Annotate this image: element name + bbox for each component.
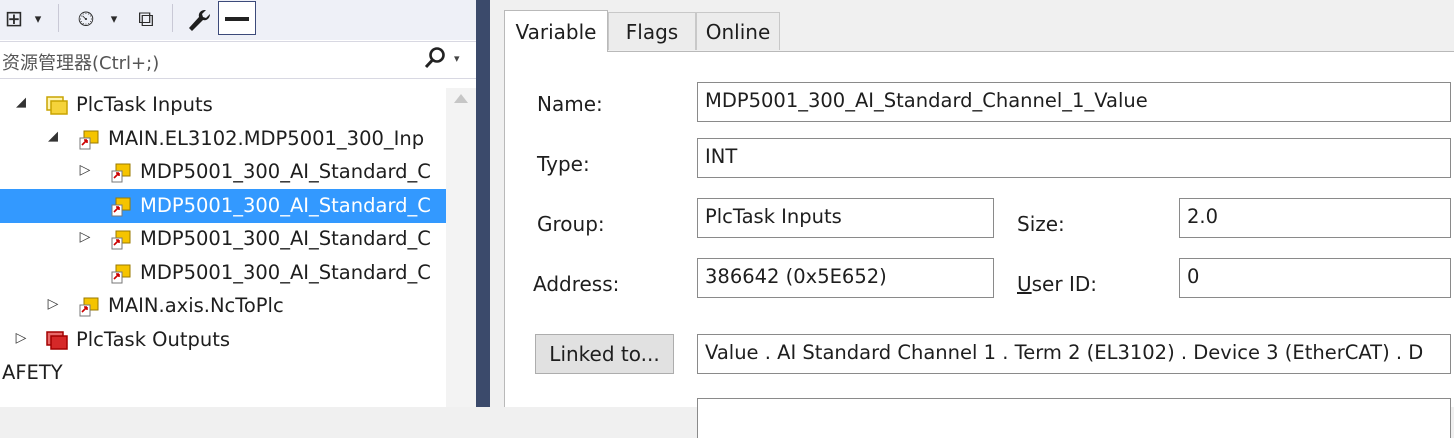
expand-arrow-icon[interactable]: ▷ <box>78 162 92 178</box>
wrench-icon[interactable] <box>184 2 212 36</box>
tree-item[interactable]: ▷ MDP5001_300_AI_Standard_C <box>0 155 446 189</box>
solution-tree: ◢ PlcTask Inputs ◢ MAIN.EL3102.MDP5001_300_… <box>0 88 446 407</box>
comment-field[interactable] <box>697 398 1451 438</box>
tree-item-label: PlcTask Outputs <box>76 327 231 351</box>
size-field[interactable]: 2.0 <box>1179 198 1451 238</box>
tree-item[interactable]: ◢ MAIN.EL3102.MDP5001_300_Inp <box>0 122 446 156</box>
group-field[interactable]: PlcTask Inputs <box>697 198 994 238</box>
address-label: Address: <box>533 272 620 296</box>
expand-arrow-icon[interactable]: ▷ <box>78 229 92 245</box>
tree-item-label: MDP5001_300_AI_Standard_C <box>140 160 431 183</box>
history-icon[interactable]: ⏲ <box>72 2 100 36</box>
tree-item-label: MAIN.axis.NcToPlc <box>108 294 284 317</box>
tab-online[interactable]: Online <box>696 12 780 50</box>
solution-explorer-pane: ⊞ ▾ ⏲ ▾ ⧉ 资源管理器(Ctrl+;) ▾ ◢ PlcTask Input… <box>0 0 476 407</box>
search-options-caret-icon[interactable]: ▾ <box>454 52 460 65</box>
tree-item[interactable]: ▷ MAIN.axis.NcToPlc <box>0 289 446 323</box>
toolbar-separator <box>58 4 59 32</box>
folder-red-icon <box>46 330 68 350</box>
collapse-arrow-icon[interactable]: ◢ <box>14 95 28 110</box>
tree-item-label: MAIN.EL3102.MDP5001_300_Inp <box>108 126 425 150</box>
name-field[interactable]: MDP5001_300_AI_Standard_Channel_1_Value <box>697 82 1451 122</box>
tree-item-label: PlcTask Inputs <box>76 93 213 116</box>
scroll-up-arrow-icon[interactable] <box>454 94 468 103</box>
explorer-search-box[interactable]: 资源管理器(Ctrl+;) ▾ <box>0 41 476 79</box>
tree-item[interactable]: ▷ MDP5001_300_AI_Standard_C <box>0 222 446 256</box>
type-field[interactable]: INT <box>697 138 1451 178</box>
linked-to-button[interactable]: Linked to... <box>535 334 674 374</box>
explorer-toolbar: ⊞ ▾ ⏲ ▾ ⧉ <box>0 0 476 40</box>
size-label: Size: <box>1017 212 1065 236</box>
user-id-label: User ID: <box>1017 272 1097 296</box>
tree-item-label: MDP5001_300_AI_Standard_C <box>140 227 431 250</box>
variable-input-icon <box>78 296 100 317</box>
group-label: Group: <box>537 212 605 236</box>
address-field[interactable]: 386642 (0x5E652) <box>697 258 994 298</box>
search-input[interactable]: 资源管理器(Ctrl+;) <box>2 49 159 75</box>
copy-windows-icon[interactable]: ⧉ <box>132 2 160 36</box>
variable-panel: Name: MDP5001_300_AI_Standard_Channel_1_… <box>504 51 1454 438</box>
variable-input-icon <box>110 229 132 250</box>
search-icon[interactable] <box>424 46 446 76</box>
dropdown-caret-icon[interactable]: ▾ <box>106 2 122 36</box>
tree-item[interactable]: ▷ PlcTask Outputs <box>0 323 446 357</box>
variable-input-icon <box>78 129 100 149</box>
dropdown-caret-icon[interactable]: ▾ <box>30 2 46 36</box>
collapse-arrow-icon[interactable]: ◢ <box>46 129 60 144</box>
tab-flags[interactable]: Flags <box>608 12 696 50</box>
user-id-field[interactable]: 0 <box>1179 258 1451 298</box>
tree-item[interactable]: AFETY <box>0 356 446 390</box>
tab-variable[interactable]: Variable <box>504 10 608 52</box>
variable-input-icon <box>110 162 132 183</box>
pin-icon <box>225 17 249 21</box>
variable-input-icon <box>110 196 132 216</box>
properties-pane: Variable Flags Online Name: MDP5001_300_… <box>490 0 1454 438</box>
tree-item-label: AFETY <box>2 361 63 384</box>
folder-yellow-icon <box>46 95 68 115</box>
pin-toggle-button[interactable] <box>218 1 256 35</box>
add-item-icon[interactable]: ⊞ <box>0 2 28 36</box>
expand-arrow-icon[interactable]: ▷ <box>46 296 60 312</box>
variable-input-icon <box>110 263 132 283</box>
name-label: Name: <box>537 92 603 116</box>
tree-item-label: MDP5001_300_AI_Standard_C <box>140 260 431 284</box>
tree-item[interactable]: MDP5001_300_AI_Standard_C <box>0 188 446 223</box>
tree-item[interactable]: ◢ PlcTask Inputs <box>0 88 446 122</box>
pane-splitter[interactable] <box>476 0 490 407</box>
tree-item[interactable]: MDP5001_300_AI_Standard_C <box>0 256 446 290</box>
tree-scrollbar[interactable] <box>446 88 476 407</box>
expand-arrow-icon[interactable]: ▷ <box>14 330 28 346</box>
type-label: Type: <box>537 152 590 176</box>
tree-item-label: MDP5001_300_AI_Standard_C <box>140 193 431 217</box>
linked-to-field[interactable]: Value . AI Standard Channel 1 . Term 2 (… <box>697 334 1451 374</box>
toolbar-separator <box>172 4 173 32</box>
